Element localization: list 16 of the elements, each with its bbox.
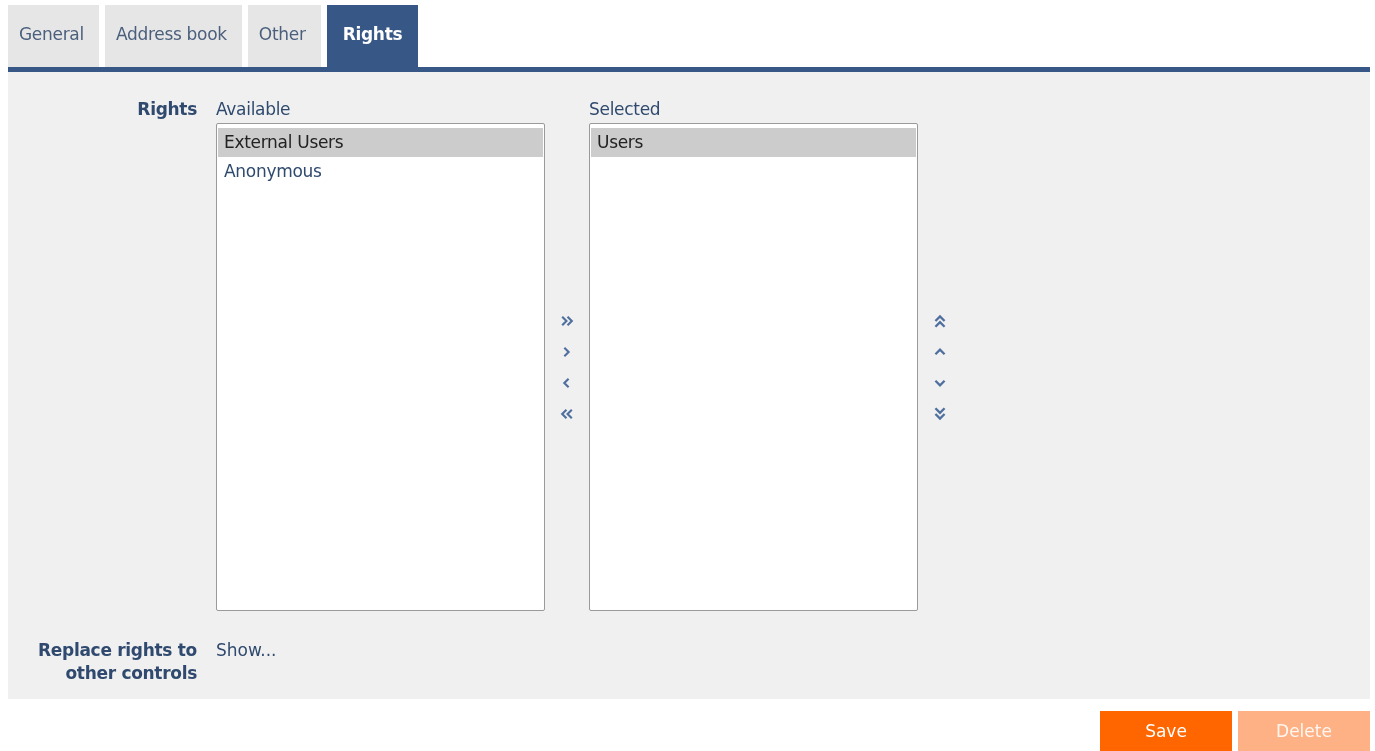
show-link[interactable]: Show...	[216, 639, 277, 685]
tab[interactable]: Address book	[104, 5, 242, 67]
list-item[interactable]: Users	[591, 128, 916, 157]
tab[interactable]: General	[8, 5, 99, 67]
tab[interactable]: Other	[247, 5, 321, 67]
list-box[interactable]: External Users Anonymous	[216, 123, 545, 611]
list-item[interactable]: Anonymous	[218, 157, 543, 186]
list-box[interactable]: Users	[589, 123, 918, 611]
tab[interactable]: Rights	[326, 5, 419, 67]
double-chevron-down-icon[interactable]	[932, 405, 948, 422]
field-label: Rights	[136, 98, 197, 121]
list-caption: Selected	[589, 98, 662, 121]
double-chevron-up-icon[interactable]	[932, 312, 948, 329]
field-label: Replace rights to other controls	[37, 639, 197, 685]
list-item[interactable]: External Users	[218, 128, 543, 157]
list-caption: Available	[216, 98, 292, 121]
